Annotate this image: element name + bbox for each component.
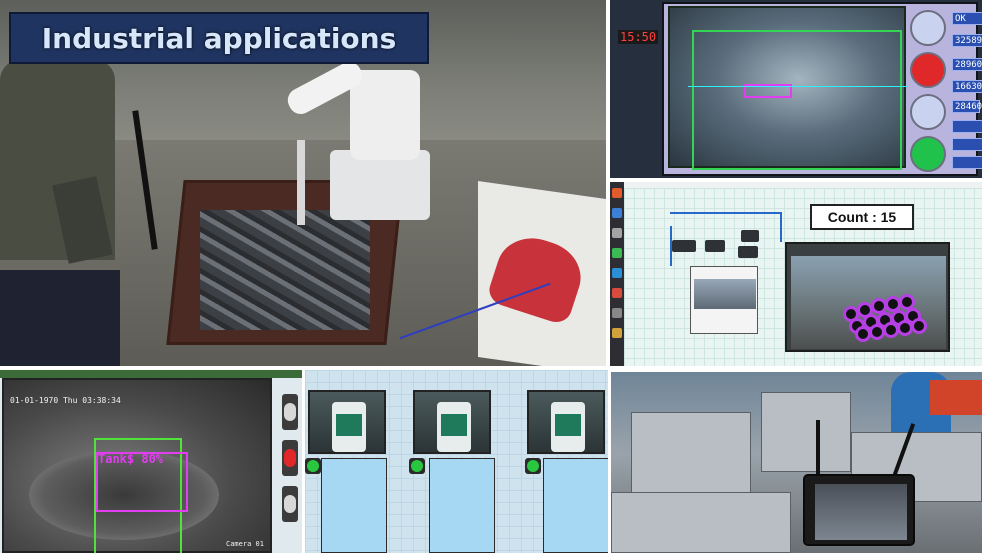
pipe-pile xyxy=(200,210,370,330)
camera-feed xyxy=(668,6,908,170)
tablet-screen xyxy=(815,484,907,540)
detection-box-green xyxy=(692,30,902,170)
robot-body xyxy=(350,70,420,160)
page-title: Industrial applications xyxy=(9,12,429,64)
video-file-node[interactable] xyxy=(690,266,758,334)
status-lamp-2 xyxy=(282,440,298,476)
hmi-field-1: OK xyxy=(952,12,982,25)
dock-icon-7 xyxy=(612,308,622,318)
status-lamp-3 xyxy=(910,94,946,130)
camera-feed-1 xyxy=(308,390,386,454)
dock-icon-6 xyxy=(612,288,622,298)
dock-icon-2 xyxy=(612,208,622,218)
robot-picking-photo: Industrial applications xyxy=(0,0,606,366)
dock-icon-4 xyxy=(612,248,622,258)
detected-pipe xyxy=(911,318,927,334)
dock-icon-1 xyxy=(612,188,622,198)
tablet-device xyxy=(803,474,915,546)
camera-feed-3 xyxy=(527,390,605,454)
status-lamp-3 xyxy=(282,486,298,522)
hmi-field-3: 28960 xyxy=(952,58,982,71)
conveyor xyxy=(611,492,791,553)
camera-feed: 01-01-1970 Thu 03:38:34 Tank$ 80% Camera… xyxy=(2,378,272,553)
status-lamp-3 xyxy=(525,458,541,474)
factory-tablet-photo xyxy=(611,372,982,553)
dock-icon-5 xyxy=(612,268,622,278)
hmi-field-8 xyxy=(952,138,982,151)
lamp-green xyxy=(307,460,319,472)
lamp-red xyxy=(284,449,296,467)
lamp-green xyxy=(527,460,539,472)
inspection-data-panel-1 xyxy=(321,458,387,553)
video-thumbnail xyxy=(694,279,756,309)
status-lamp-1 xyxy=(910,10,946,46)
count-display: Count : 15 xyxy=(810,204,914,230)
camera-timestamp: 01-01-1970 Thu 03:38:34 xyxy=(10,396,121,405)
bottle-label xyxy=(555,414,581,436)
hmi-monitor-photo: 15:50 OK 3258907706 28960 16630 28460 26… xyxy=(610,0,982,178)
orange-cabinet xyxy=(930,380,982,415)
bottle-label xyxy=(441,414,467,436)
status-lamp-2 xyxy=(409,458,425,474)
scan-line xyxy=(688,86,908,87)
detection-label: Tank$ 80% xyxy=(98,452,164,466)
connection-wire xyxy=(780,212,782,242)
connection-wire xyxy=(670,212,780,214)
lamp-off xyxy=(284,495,296,513)
hmi-field-5: 28460 xyxy=(952,100,982,113)
status-lamp-1 xyxy=(282,394,298,430)
status-lamp-1 xyxy=(305,458,321,474)
tank-camera-screenshot: 01-01-1970 Thu 03:38:34 Tank$ 80% Camera… xyxy=(0,370,302,553)
antenna xyxy=(816,420,820,480)
lamp-green xyxy=(411,460,423,472)
pipeline-node[interactable] xyxy=(672,240,696,252)
machine xyxy=(631,412,751,502)
bottle-label xyxy=(336,414,362,436)
hmi-field-9 xyxy=(952,156,982,169)
machine xyxy=(761,392,851,472)
lamp-off xyxy=(284,403,296,421)
robot-base xyxy=(330,150,430,220)
dock-icon-8 xyxy=(612,328,622,338)
debug-frame xyxy=(791,256,946,349)
hmi-field-4: 16630 xyxy=(952,80,982,93)
status-lamp-2 xyxy=(910,52,946,88)
hmi-screen: OK 3258907706 28960 16630 28460 260 xyxy=(662,2,982,176)
status-lamp-4 xyxy=(910,136,946,172)
app-dock xyxy=(610,182,624,366)
camera-name: Camera 01 xyxy=(226,540,264,548)
pipeline-node[interactable] xyxy=(741,230,759,242)
robot-gripper xyxy=(297,140,305,225)
inspection-data-panel-3 xyxy=(543,458,608,553)
inspection-data-panel-2 xyxy=(429,458,495,553)
debug-view-window xyxy=(785,242,950,352)
camera-feed-2 xyxy=(413,390,491,454)
dock-icon-3 xyxy=(612,228,622,238)
worker-crouching xyxy=(0,270,120,366)
pipe-counter-screenshot: Count : 15 xyxy=(610,182,982,366)
bottle-inspection-screenshot xyxy=(305,370,608,553)
pipeline-node[interactable] xyxy=(738,246,758,258)
led-clock: 15:50 xyxy=(618,30,659,44)
hmi-field-7 xyxy=(952,120,982,133)
pipeline-node[interactable] xyxy=(705,240,725,252)
app-toolbar xyxy=(0,370,302,378)
hmi-field-2: 3258907706 xyxy=(952,34,982,47)
